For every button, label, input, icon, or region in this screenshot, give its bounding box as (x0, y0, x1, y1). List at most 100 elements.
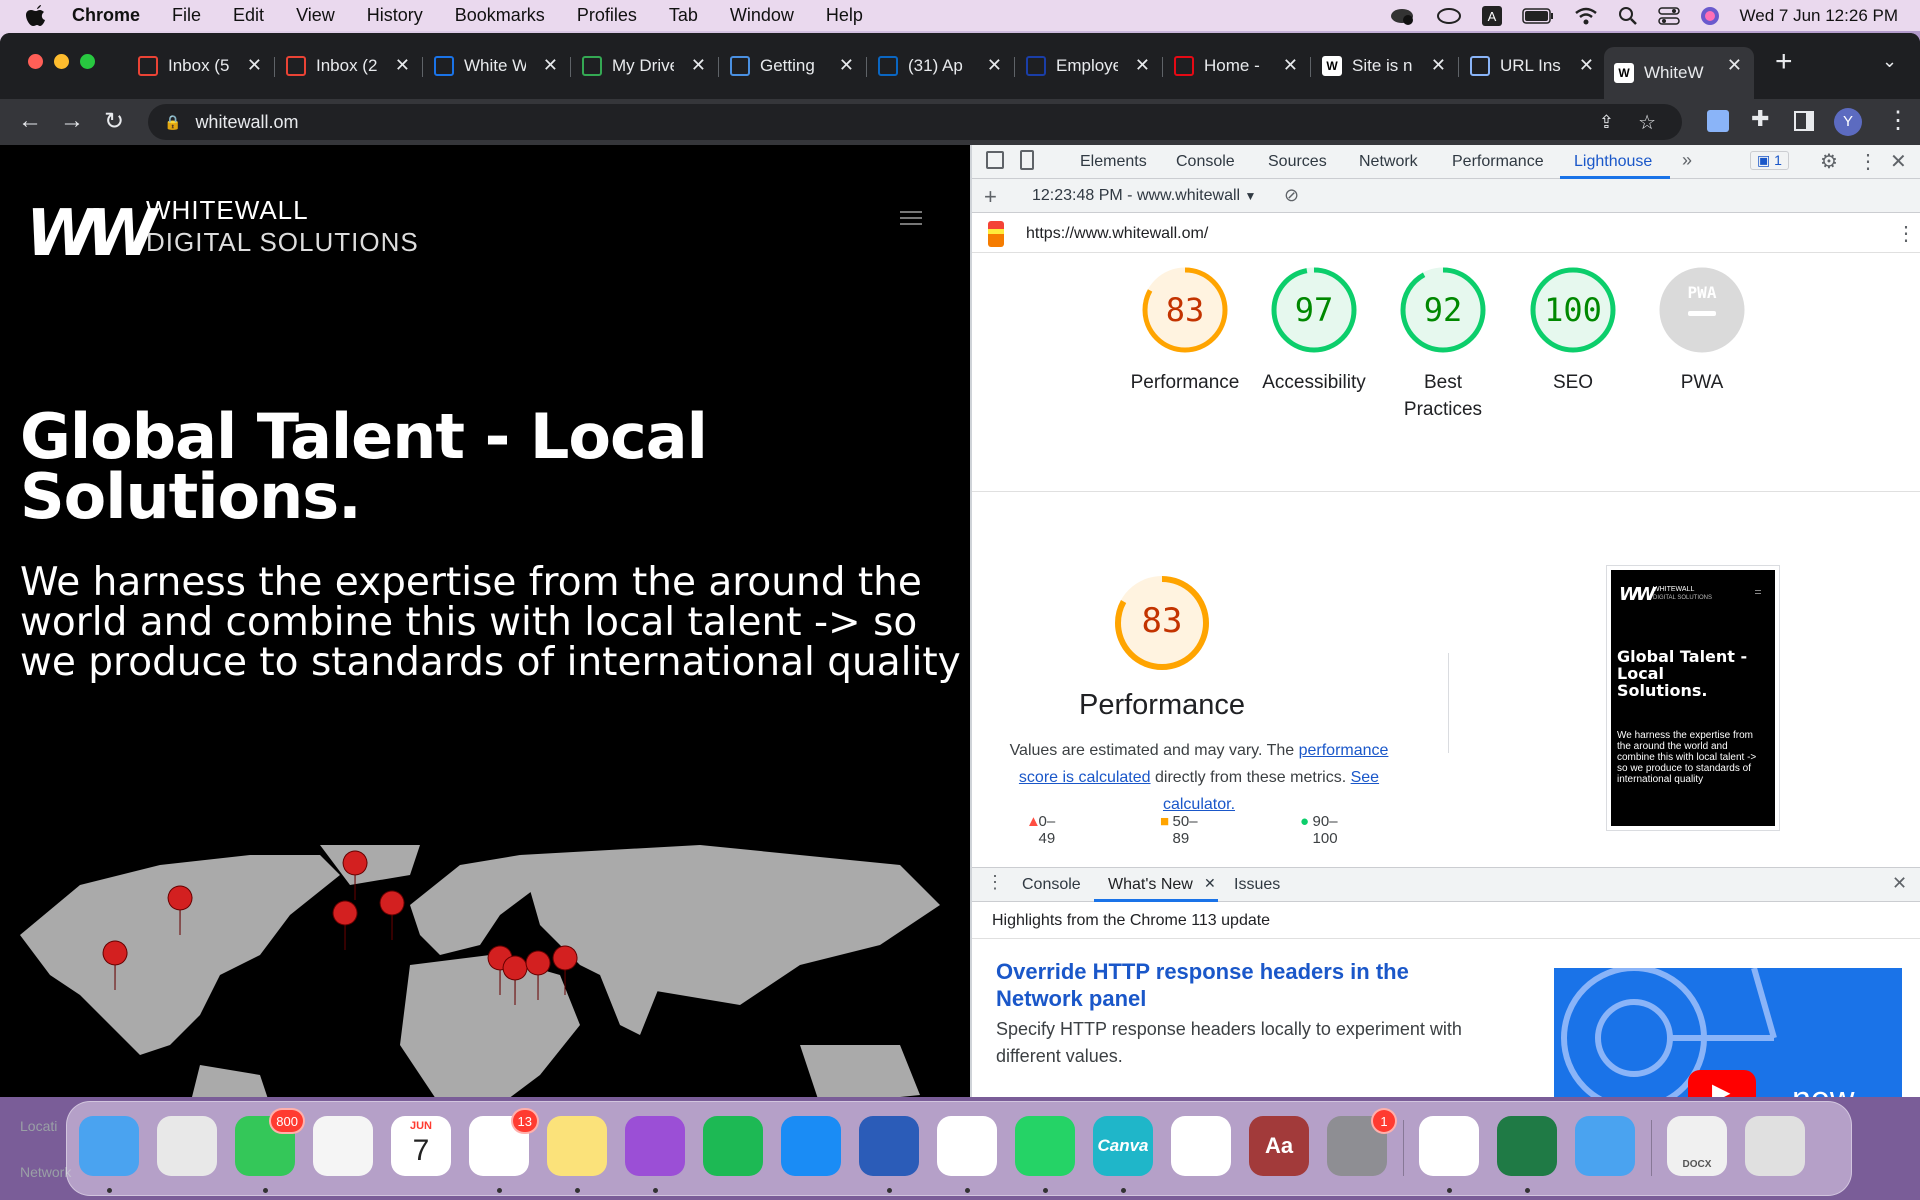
report-menu-icon[interactable]: ⋮ (1896, 221, 1916, 246)
photos-icon[interactable] (313, 1116, 373, 1176)
browser-tab[interactable]: (31) Ap ✕ (878, 47, 1002, 85)
forward-arrow-icon[interactable]: → (60, 107, 84, 135)
extensions-puzzle-icon[interactable]: ✚ (1751, 106, 1769, 132)
acrobat-icon[interactable] (1419, 1116, 1479, 1176)
reload-icon[interactable]: ↻ (104, 107, 124, 136)
keyboard-input-icon[interactable]: A (1481, 5, 1502, 26)
drawer-tab-whats-new[interactable]: What's New (1108, 876, 1193, 894)
close-tab-icon[interactable]: ✕ (1579, 55, 1594, 76)
close-tab-icon[interactable]: ✕ (247, 55, 262, 76)
control-center-icon[interactable] (1657, 6, 1680, 26)
word-icon[interactable] (859, 1116, 919, 1176)
clear-reports-icon[interactable]: ⊘ (1284, 185, 1299, 206)
menu-bookmarks[interactable]: Bookmarks (455, 5, 545, 26)
profile-avatar[interactable]: Y (1834, 108, 1862, 136)
tab-search-icon[interactable]: ⌄ (1882, 51, 1897, 72)
apple-icon[interactable] (26, 4, 46, 27)
devtools-menu-icon[interactable]: ⋮ (1858, 149, 1878, 174)
browser-tab[interactable]: Getting ✕ (730, 47, 854, 85)
close-tab-icon[interactable]: ✕ (543, 55, 558, 76)
close-tab-icon[interactable]: ✕ (987, 55, 1002, 76)
tab-elements[interactable]: Elements (1080, 153, 1147, 171)
close-window-button[interactable] (28, 54, 43, 69)
share-icon[interactable]: ⇪ (1599, 112, 1614, 133)
whitewall-logo[interactable]: WW (26, 197, 157, 271)
address-bar[interactable]: 🔒 whitewall.om ⇪ ☆ (148, 104, 1682, 140)
menu-help[interactable]: Help (826, 5, 863, 26)
podcasts-icon[interactable] (625, 1116, 685, 1176)
browser-tab[interactable]: My Drive ✕ (582, 47, 706, 85)
side-panel-icon[interactable] (1794, 111, 1814, 131)
menu-window[interactable]: Window (730, 5, 794, 26)
canva-icon[interactable]: Canva (1093, 1116, 1153, 1176)
bookmark-star-icon[interactable]: ☆ (1638, 110, 1656, 135)
app-store-icon[interactable] (781, 1116, 841, 1176)
score-gauge[interactable]: 92 Best Practices (1378, 265, 1508, 423)
browser-tab[interactable]: Inbox (5 ✕ (138, 47, 262, 85)
launchpad-icon[interactable] (157, 1116, 217, 1176)
tab-performance[interactable]: Performance (1452, 153, 1544, 171)
browser-tab[interactable]: White W ✕ (434, 47, 558, 85)
page-screenshot-thumbnail[interactable]: WW WHITEWALL DIGITAL SOLUTIONS Global Ta… (1606, 565, 1780, 831)
wifi-icon[interactable] (1574, 7, 1598, 25)
menu-profiles[interactable]: Profiles (577, 5, 637, 26)
finder-icon[interactable] (79, 1116, 139, 1176)
messages-icon[interactable]: 800 (235, 1108, 305, 1176)
spotlight-search-icon[interactable] (1618, 6, 1638, 26)
browser-tab[interactable]: Inbox (2 ✕ (286, 47, 410, 85)
chrome-menu-icon[interactable]: ⋮ (1886, 106, 1910, 135)
menu-history[interactable]: History (367, 5, 423, 26)
whatsapp-icon[interactable] (1015, 1116, 1075, 1176)
score-gauge[interactable]: 97 Accessibility (1249, 265, 1379, 396)
close-tab-icon[interactable]: ✕ (1204, 875, 1216, 892)
feature-title-link[interactable]: Override HTTP response headers in the Ne… (996, 958, 1466, 1012)
more-tabs-icon[interactable]: » (1682, 150, 1692, 171)
settings-icon[interactable]: 1 (1327, 1108, 1397, 1176)
close-tab-icon[interactable]: ✕ (1135, 55, 1150, 76)
dictionary-icon[interactable]: Aa (1249, 1116, 1309, 1176)
tab-lighthouse[interactable]: Lighthouse (1574, 153, 1652, 171)
tab-console[interactable]: Console (1176, 153, 1235, 171)
browser-tab[interactable]: W Site is n ✕ (1322, 47, 1446, 85)
menu-file[interactable]: File (172, 5, 201, 26)
trash-icon[interactable] (1745, 1116, 1805, 1176)
tab-network[interactable]: Network (1359, 153, 1418, 171)
drawer-menu-icon[interactable]: ⋮ (986, 872, 1004, 893)
clock[interactable]: Wed 7 Jun 12:26 PM (1740, 6, 1898, 26)
excel-icon[interactable] (1497, 1116, 1557, 1176)
sync-cloud-icon[interactable] (1436, 6, 1462, 26)
close-devtools-icon[interactable]: ✕ (1890, 149, 1907, 174)
browser-tab[interactable]: W WhiteW ✕ (1604, 47, 1754, 99)
devtools-extension-icon[interactable] (1707, 110, 1729, 132)
siri-icon[interactable] (1700, 6, 1720, 26)
youtube-play-icon[interactable]: ▶ (1688, 1070, 1756, 1097)
spotify-icon[interactable] (703, 1116, 763, 1176)
device-toggle-icon[interactable] (1020, 150, 1034, 170)
calendar-icon[interactable]: JUN 7 (391, 1116, 451, 1176)
close-tab-icon[interactable]: ✕ (395, 55, 410, 76)
score-gauge[interactable]: 83 Performance (1120, 265, 1250, 396)
close-drawer-icon[interactable]: ✕ (1892, 873, 1907, 894)
close-tab-icon[interactable]: ✕ (1283, 55, 1298, 76)
menu-app-name[interactable]: Chrome (72, 5, 140, 26)
onedrive-icon[interactable] (1171, 1116, 1231, 1176)
url-text[interactable]: whitewall.om (195, 112, 298, 133)
close-tab-icon[interactable]: ✕ (691, 55, 706, 76)
score-gauge[interactable]: PWA PWA (1637, 265, 1767, 396)
report-selector[interactable]: 12:23:48 PM - www.whitewall ▼ (1032, 187, 1256, 205)
zoom-window-button[interactable] (80, 54, 95, 69)
feature-video-thumbnail[interactable]: ▶ new (1554, 968, 1902, 1097)
menu-tab[interactable]: Tab (669, 5, 698, 26)
mail-icon[interactable] (1575, 1116, 1635, 1176)
issues-counter[interactable]: ▣ 1 (1750, 151, 1789, 170)
tab-sources[interactable]: Sources (1268, 153, 1327, 171)
settings-gear-icon[interactable]: ⚙ (1820, 149, 1838, 174)
drawer-tab-console[interactable]: Console (1022, 876, 1081, 894)
reminders-icon[interactable]: 13 (469, 1108, 539, 1176)
browser-tab[interactable]: Home - ✕ (1174, 47, 1298, 85)
close-tab-icon[interactable]: ✕ (1431, 55, 1446, 76)
browser-tab[interactable]: Employe ✕ (1026, 47, 1150, 85)
creative-cloud-icon[interactable] (1390, 6, 1416, 26)
notes-icon[interactable] (547, 1116, 607, 1176)
back-arrow-icon[interactable]: ← (18, 107, 42, 135)
